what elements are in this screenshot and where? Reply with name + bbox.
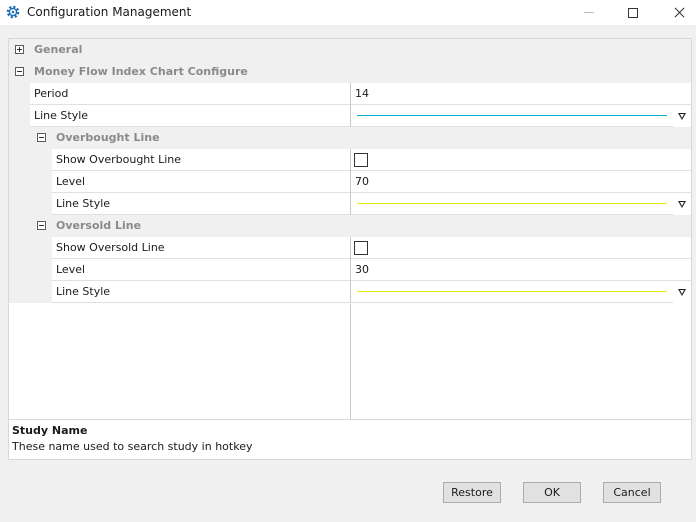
row-indent — [9, 259, 52, 281]
row-indent — [9, 215, 30, 237]
row-indent — [9, 127, 30, 149]
line-style-value[interactable] — [350, 105, 673, 127]
property-name: Level — [56, 263, 86, 276]
description-panel: Study Name These name used to search stu… — [8, 419, 692, 460]
row-indent — [9, 281, 52, 303]
ok-button[interactable]: OK — [523, 482, 581, 503]
property-name: Line Style — [56, 285, 111, 298]
category-oversold-line[interactable]: Oversold Line — [30, 215, 691, 237]
property-grid: General Money Flow Index Chart Configure… — [8, 38, 692, 441]
line-style-preview — [357, 203, 667, 204]
chevron-down-icon — [678, 200, 686, 208]
property-name: Show Overbought Line — [56, 153, 182, 166]
description-text: These name used to search study in hotke… — [12, 440, 253, 453]
property-name: Level — [56, 175, 86, 188]
expand-icon[interactable] — [15, 45, 24, 54]
row-indent — [9, 237, 52, 259]
line-style-preview — [357, 115, 667, 116]
description-title: Study Name — [12, 424, 88, 437]
overbought-level-value[interactable]: 70 — [350, 171, 691, 193]
show-overbought-checkbox[interactable] — [354, 153, 368, 167]
show-overbought-value — [350, 149, 691, 171]
property-name: Line Style — [56, 197, 111, 210]
property-row-line-style[interactable]: Line Style — [9, 105, 691, 127]
collapse-icon[interactable] — [37, 221, 46, 230]
row-indent — [9, 83, 30, 105]
oversold-line-style-value[interactable] — [350, 281, 673, 303]
collapse-icon[interactable] — [37, 133, 46, 142]
row-indent — [9, 149, 52, 171]
collapse-icon[interactable] — [15, 67, 24, 76]
close-icon — [674, 7, 685, 18]
category-label: Money Flow Index Chart Configure — [34, 65, 248, 78]
row-indent — [9, 193, 52, 215]
line-style-preview — [357, 291, 667, 292]
minimize-icon — [584, 12, 594, 13]
dialog-body: General Money Flow Index Chart Configure… — [0, 25, 696, 522]
maximize-icon — [628, 7, 638, 18]
property-row-overbought-level[interactable]: Level 70 — [9, 171, 691, 193]
period-value[interactable]: 14 — [350, 83, 691, 105]
category-overbought-line[interactable]: Overbought Line — [30, 127, 691, 149]
maximize-button[interactable] — [610, 0, 656, 25]
title-bar: Configuration Management — [0, 0, 696, 25]
property-name: Show Oversold Line — [56, 241, 165, 254]
category-label: General — [34, 43, 83, 56]
chevron-down-icon — [678, 112, 686, 120]
line-style-dropdown-button[interactable] — [673, 105, 691, 127]
close-button[interactable] — [656, 0, 696, 25]
row-indent — [9, 171, 52, 193]
cancel-button[interactable]: Cancel — [603, 482, 661, 503]
minimize-button[interactable] — [566, 0, 612, 25]
overbought-line-style-dropdown-button[interactable] — [673, 193, 691, 215]
category-money-flow-index[interactable]: Money Flow Index Chart Configure — [9, 61, 691, 83]
window-title: Configuration Management — [27, 5, 192, 19]
show-oversold-value — [350, 237, 691, 259]
property-name: Period — [34, 87, 69, 100]
property-row-oversold-level[interactable]: Level 30 — [9, 259, 691, 281]
overbought-line-style-value[interactable] — [350, 193, 673, 215]
property-row-oversold-line-style[interactable]: Line Style — [9, 281, 691, 303]
chevron-down-icon — [678, 288, 686, 296]
property-row-period[interactable]: Period 14 — [9, 83, 691, 105]
property-row-show-overbought[interactable]: Show Overbought Line — [9, 149, 691, 171]
show-oversold-checkbox[interactable] — [354, 241, 368, 255]
property-row-overbought-line-style[interactable]: Line Style — [9, 193, 691, 215]
category-label: Oversold Line — [56, 219, 142, 232]
property-row-show-oversold[interactable]: Show Oversold Line — [9, 237, 691, 259]
oversold-level-value[interactable]: 30 — [350, 259, 691, 281]
category-general[interactable]: General — [9, 39, 691, 61]
oversold-line-style-dropdown-button[interactable] — [673, 281, 691, 303]
category-label: Overbought Line — [56, 131, 160, 144]
property-name: Line Style — [34, 109, 89, 122]
gear-icon — [6, 5, 20, 19]
row-indent — [9, 105, 30, 127]
restore-button[interactable]: Restore — [443, 482, 501, 503]
